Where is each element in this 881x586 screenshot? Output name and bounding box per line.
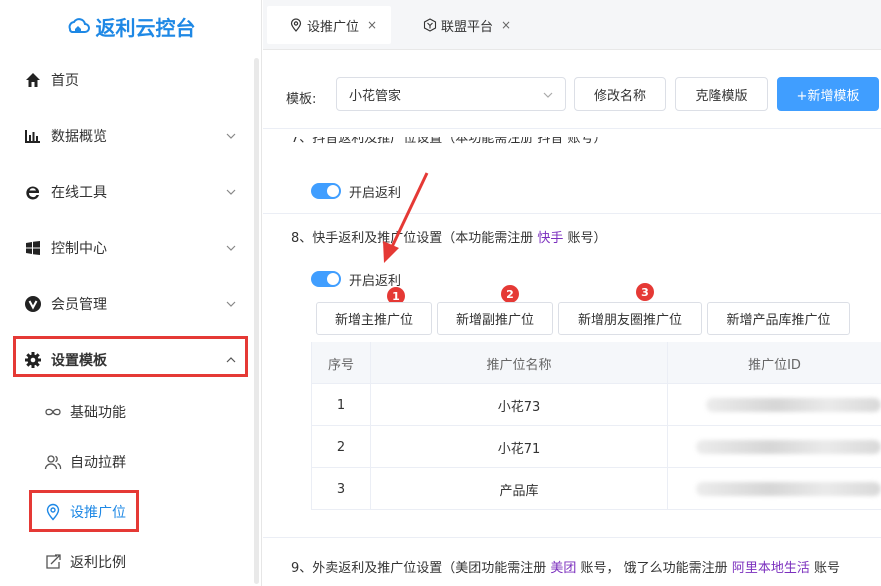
divider	[263, 128, 881, 129]
kuaishou-link[interactable]: 快手	[537, 231, 563, 246]
tab-alliance-platform[interactable]: 联盟平台 ×	[401, 6, 525, 44]
sidebar-item-data-overview[interactable]: 数据概览	[0, 108, 258, 164]
share-icon	[44, 553, 62, 571]
tab-bar: 设推广位 × 联盟平台 ×	[263, 0, 881, 50]
sidebar-subitem-basic-functions[interactable]: 基础功能	[0, 387, 258, 437]
table-cell-id-redacted	[668, 426, 881, 468]
redacted-blur	[696, 482, 881, 496]
logo[interactable]: 返利云控台	[0, 0, 261, 52]
add-main-position-button[interactable]: 新增主推广位	[316, 302, 432, 335]
table-header-name: 推广位名称	[371, 342, 668, 384]
section-9-title: 9、外卖返利及推广位设置（美团功能需注册 美团 账号， 饿了么功能需注册 阿里本…	[291, 557, 840, 576]
section-7-title: 7、抖音返利及推广位设置（本功能需注册 抖音 账号）	[291, 137, 607, 146]
gear-icon	[24, 351, 42, 369]
meituan-link[interactable]: 美团	[550, 561, 576, 576]
ie-icon	[24, 183, 42, 201]
section-8-title: 8、快手返利及推广位设置（本功能需注册 快手 账号）	[291, 227, 607, 246]
sidebar-item-label: 数据概览	[51, 129, 107, 145]
add-sub-position-button[interactable]: 新增副推广位	[437, 302, 553, 335]
clone-template-button[interactable]: 克隆模版	[675, 77, 768, 111]
section-9-title-mid: 账号， 饿了么功能需注册	[576, 561, 732, 576]
table-header-index: 序号	[311, 342, 371, 384]
section-8-toggle-label: 开启返利	[349, 274, 402, 289]
redacted-blur	[696, 440, 881, 454]
table-cell-name: 小花71	[371, 426, 668, 468]
close-icon[interactable]: ×	[501, 18, 511, 32]
table-cell-index: 1	[311, 384, 371, 426]
table-row[interactable]: 1 小花73	[311, 384, 881, 426]
sidebar-item-label: 会员管理	[51, 297, 107, 313]
sidebar-subitem-auto-group[interactable]: 自动拉群	[0, 437, 258, 487]
sidebar-subitem-rebate-ratio[interactable]: 返利比例	[0, 537, 258, 586]
template-label: 模板:	[286, 92, 317, 107]
sidebar-subitem-label: 基础功能	[70, 405, 126, 421]
sidebar-subitem-label: 自动拉群	[70, 455, 126, 471]
sidebar-item-label: 在线工具	[51, 185, 107, 201]
table-header-id: 推广位ID	[748, 357, 801, 373]
sidebar: 返利云控台 首页 数据概览 在线工具 控制中心 会员管理 设置模板 基础功能 自…	[0, 0, 262, 586]
windows-icon	[24, 239, 42, 257]
users-icon	[44, 453, 62, 471]
sidebar-item-label: 控制中心	[51, 241, 107, 257]
section-9-title-prefix: 9、外卖返利及推广位设置（美团功能需注册	[291, 561, 551, 576]
table-cell-id-redacted	[668, 384, 881, 426]
table-cell-index: 3	[311, 468, 371, 510]
ali-local-life-link[interactable]: 阿里本地生活	[732, 561, 810, 576]
redacted-blur	[706, 398, 881, 412]
step-badge-2: 2	[501, 285, 519, 303]
section-8-title-suffix: 账号）	[563, 231, 607, 246]
add-product-library-position-button[interactable]: 新增产品库推广位	[707, 302, 850, 335]
chevron-down-icon	[226, 245, 236, 251]
table-cell-id-redacted	[668, 468, 881, 510]
divider	[263, 537, 881, 538]
sidebar-item-template-settings[interactable]: 设置模板	[0, 332, 258, 388]
sidebar-item-label: 设置模板	[51, 353, 107, 369]
logo-text: 返利云控台	[95, 15, 196, 40]
table-row[interactable]: 2 小花71	[311, 426, 881, 468]
sidebar-item-home[interactable]: 首页	[0, 52, 258, 108]
sidebar-scrollbar[interactable]	[254, 58, 259, 584]
tab-label: 设推广位	[307, 19, 360, 35]
table-row[interactable]: 3 产品库	[311, 468, 881, 510]
divider	[263, 213, 881, 214]
section-9-title-suffix: 账号	[809, 561, 840, 576]
home-icon	[24, 71, 42, 89]
chevron-down-icon	[226, 301, 236, 307]
section-8-rebate-toggle[interactable]	[311, 271, 341, 287]
close-icon[interactable]: ×	[367, 18, 377, 32]
annotation-arrow	[383, 172, 429, 263]
tab-ad-position[interactable]: 设推广位 ×	[267, 6, 392, 44]
chevron-down-icon	[543, 92, 553, 98]
add-moments-position-button[interactable]: 新增朋友圈推广位	[558, 302, 702, 335]
member-badge-icon	[24, 295, 42, 313]
sidebar-item-label: 首页	[51, 73, 79, 89]
table-cell-name: 产品库	[371, 468, 668, 510]
sidebar-item-member-management[interactable]: 会员管理	[0, 276, 258, 332]
infinity-icon	[44, 403, 62, 421]
main-content: 模板: 小花管家 修改名称 克隆模版 +新增模板 7、抖音返利及推广位设置（本功…	[263, 51, 881, 586]
add-template-button[interactable]: +新增模板	[777, 77, 879, 111]
location-pin-icon	[289, 18, 303, 32]
tab-label: 联盟平台	[441, 19, 494, 35]
section-7-rebate-toggle[interactable]	[311, 183, 341, 199]
chevron-down-icon	[226, 133, 236, 139]
sidebar-subitem-label: 设推广位	[70, 505, 126, 521]
bar-chart-icon	[24, 127, 42, 145]
cloud-home-icon	[68, 18, 90, 33]
chevron-down-icon	[226, 189, 236, 195]
chevron-up-icon	[226, 357, 236, 363]
table-header-row: 序号 推广位名称 推广位ID	[311, 342, 881, 384]
sidebar-item-control-center[interactable]: 控制中心	[0, 220, 258, 276]
cube-icon	[423, 18, 437, 32]
table-cell-name: 小花73	[371, 384, 668, 426]
location-pin-icon	[44, 503, 62, 521]
sidebar-item-online-tools[interactable]: 在线工具	[0, 164, 258, 220]
template-select[interactable]: 小花管家	[336, 77, 566, 111]
rename-button[interactable]: 修改名称	[574, 77, 666, 111]
table-cell-index: 2	[311, 426, 371, 468]
step-badge-3: 3	[636, 283, 654, 301]
template-select-value: 小花管家	[349, 88, 402, 104]
sidebar-subitem-ad-position[interactable]: 设推广位	[0, 487, 258, 537]
sidebar-subitem-label: 返利比例	[70, 555, 126, 571]
